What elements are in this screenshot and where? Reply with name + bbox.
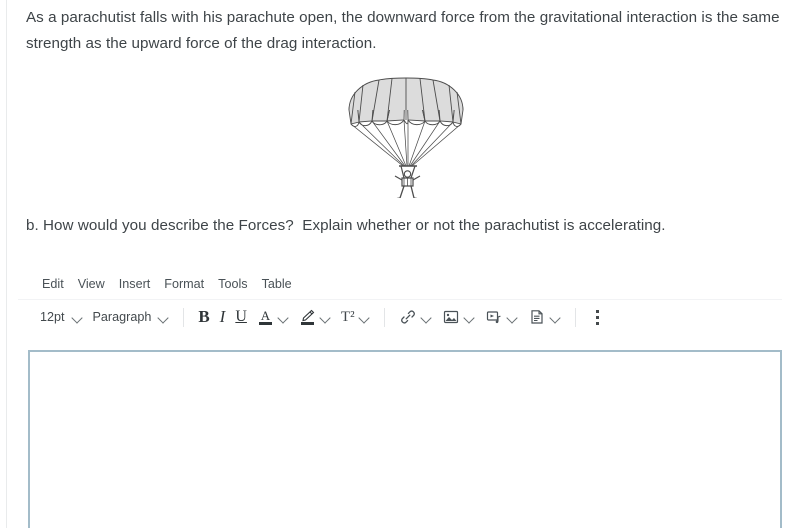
- insert-link-button[interactable]: [394, 304, 437, 330]
- italic-icon: I: [219, 307, 226, 326]
- menu-insert[interactable]: Insert: [112, 274, 158, 294]
- block-format-dropdown[interactable]: Paragraph: [88, 304, 175, 330]
- insert-image-button[interactable]: [437, 304, 480, 330]
- image-icon: [443, 310, 458, 324]
- menu-view[interactable]: View: [71, 274, 112, 294]
- bold-icon: B: [198, 307, 210, 326]
- superscript-icon: T²: [340, 308, 355, 325]
- insert-media-button[interactable]: [480, 304, 523, 330]
- toolbar-divider: [383, 307, 385, 327]
- editor-content-area[interactable]: [28, 350, 782, 528]
- menu-table[interactable]: Table: [255, 274, 299, 294]
- menu-format[interactable]: Format: [157, 274, 211, 294]
- chevron-down-icon: [72, 312, 83, 323]
- page-gutter-line: [6, 0, 7, 528]
- block-format-label: Paragraph: [92, 310, 152, 324]
- assignment-question-page: As a parachutist falls with his parachut…: [0, 0, 800, 528]
- insert-document-button[interactable]: [523, 304, 566, 330]
- rich-text-editor: Edit View Insert Format Tools Table 12pt…: [18, 272, 782, 528]
- question-part-b: b. How would you describe the Forces? Ex…: [26, 217, 666, 234]
- chevron-down-icon[interactable]: [507, 312, 518, 323]
- text-color-icon: A: [258, 308, 272, 325]
- editor-toolbar: 12pt Paragraph B I U A T²: [18, 300, 782, 334]
- chevron-down-icon: [158, 312, 169, 323]
- superscript-subscript-button[interactable]: T²: [336, 304, 375, 330]
- bold-button[interactable]: B: [193, 304, 214, 330]
- editor-menubar: Edit View Insert Format Tools Table: [18, 272, 782, 296]
- svg-text:A: A: [261, 308, 271, 323]
- underline-icon: U: [235, 308, 247, 325]
- highlight-color-button[interactable]: [294, 304, 336, 330]
- highlighter-pen-icon: [300, 309, 315, 325]
- chevron-down-icon[interactable]: [278, 312, 289, 323]
- chevron-down-icon[interactable]: [359, 312, 370, 323]
- menu-edit[interactable]: Edit: [35, 274, 71, 294]
- italic-button[interactable]: I: [215, 304, 231, 330]
- more-options-button[interactable]: [585, 304, 611, 330]
- text-color-button[interactable]: A: [252, 304, 294, 330]
- parachutist-illustration: [347, 74, 465, 198]
- font-size-label: 12pt: [40, 310, 65, 324]
- menu-tools[interactable]: Tools: [211, 274, 254, 294]
- media-icon: [486, 311, 501, 324]
- chevron-down-icon[interactable]: [421, 312, 432, 323]
- toolbar-divider: [574, 307, 576, 327]
- kebab-menu-icon: [590, 307, 606, 327]
- underline-button[interactable]: U: [230, 304, 252, 330]
- font-size-dropdown[interactable]: 12pt: [35, 304, 88, 330]
- chevron-down-icon[interactable]: [464, 312, 475, 323]
- chevron-down-icon[interactable]: [550, 312, 561, 323]
- toolbar-divider: [183, 307, 185, 327]
- document-icon: [530, 310, 543, 324]
- link-icon: [400, 310, 415, 324]
- prompt-paragraph: As a parachutist falls with his parachut…: [26, 9, 780, 52]
- chevron-down-icon[interactable]: [320, 312, 331, 323]
